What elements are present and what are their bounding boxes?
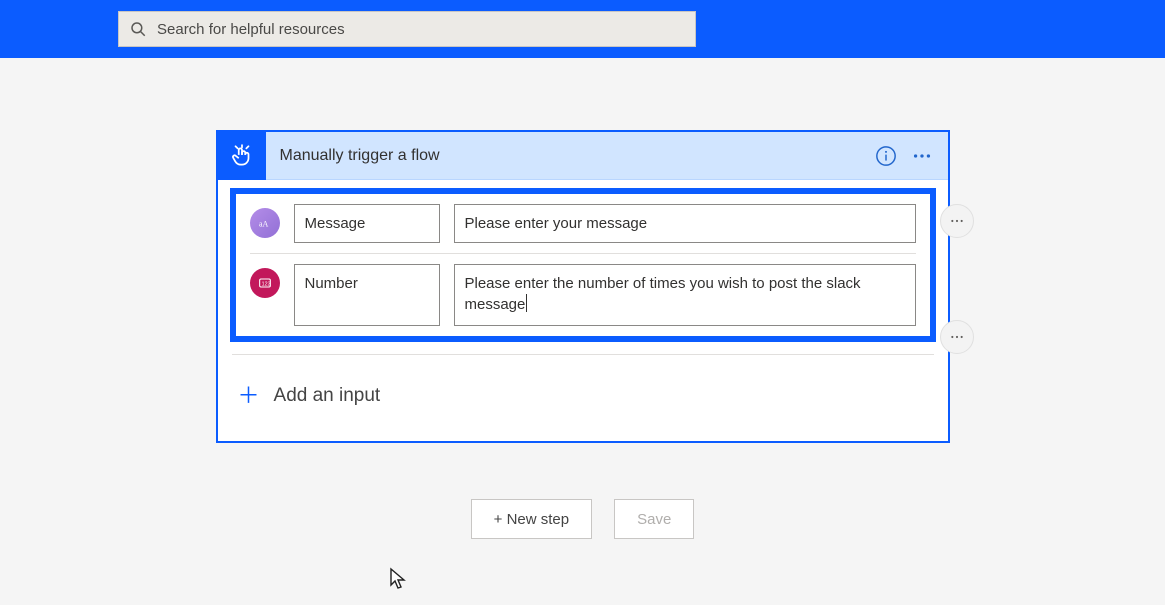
inputs-highlight: aA Message Please enter your message 123 <box>230 188 936 342</box>
input-row-message: aA Message Please enter your message <box>236 194 930 253</box>
save-button: Save <box>614 499 694 539</box>
search-box[interactable] <box>118 11 696 47</box>
svg-text:123: 123 <box>261 282 270 288</box>
trigger-card: Manually trigger a flow <box>216 130 950 443</box>
add-input-label: Add an input <box>274 385 381 407</box>
info-icon[interactable] <box>868 138 904 174</box>
top-bar <box>0 0 1165 58</box>
trigger-title: Manually trigger a flow <box>266 147 868 165</box>
plus-icon: ＋ <box>238 385 260 407</box>
ellipsis-icon[interactable] <box>904 138 940 174</box>
row-menu-button[interactable] <box>940 204 974 238</box>
trigger-header: Manually trigger a flow <box>218 132 948 180</box>
number-type-icon: 123 <box>250 268 280 298</box>
svg-text:aA: aA <box>259 219 269 228</box>
search-input[interactable] <box>157 21 685 38</box>
add-input-button[interactable]: ＋ Add an input <box>232 354 934 441</box>
row-menu-button[interactable] <box>940 320 974 354</box>
search-icon <box>129 20 147 38</box>
flow-canvas: Manually trigger a flow <box>0 58 1165 539</box>
input-description-field[interactable]: Please enter the number of times you wis… <box>454 264 916 326</box>
new-step-button[interactable]: + New step <box>471 499 592 539</box>
input-name-field[interactable]: Number <box>294 264 440 326</box>
cursor-icon <box>388 567 408 591</box>
input-row-number: 123 Number Please enter the number of ti… <box>236 254 930 336</box>
input-name-field[interactable]: Message <box>294 204 440 243</box>
input-description-field[interactable]: Please enter your message <box>454 204 916 243</box>
text-type-icon: aA <box>250 208 280 238</box>
manual-trigger-icon <box>218 132 266 180</box>
trigger-body: aA Message Please enter your message 123 <box>218 188 948 441</box>
footer-actions: + New step Save <box>216 499 950 539</box>
